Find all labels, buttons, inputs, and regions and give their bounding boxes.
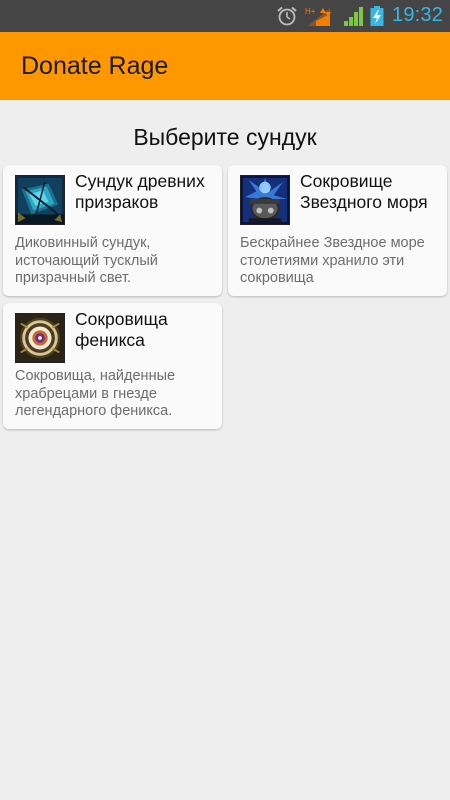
alarm-icon [277,6,297,26]
status-bar: H+ 19:32 [0,0,450,32]
chest-name: Сундук древних призраков [75,171,205,212]
status-time: 19:32 [392,4,444,26]
chest-name: Сокровище Звездного моря [300,171,428,212]
chest-name: Сокровища феникса [75,309,168,350]
signal-icon [344,7,363,26]
chest-card-phoenix[interactable]: Сокровища феникса Сокровища, найденные х… [3,303,222,429]
page-title: Выберите сундук [133,124,317,150]
chest-description: Бескрайнее Звездное море столетиями хран… [240,235,425,286]
chest-card-star-sea[interactable]: Сокровище Звездного моря Бескрайнее Звез… [228,165,447,296]
app-title: Donate Rage [21,52,169,80]
action-bar: Donate Rage [0,32,450,100]
chest-description: Диковинный сундук, источающий тусклый пр… [15,235,158,286]
mobile-data-icon: H+ [305,7,331,26]
battery-charging-icon [370,6,384,26]
screen: H+ 19:32 Donate Rage Выберите сундук Сун… [0,0,450,800]
ghost-chest-icon [15,175,65,225]
chest-description: Сокровища, найденные храбрецами в гнезде… [15,368,176,419]
chest-card-ancient-ghosts[interactable]: Сундук древних призраков Диковинный сунд… [3,165,222,296]
network-type-label: H+ [305,7,316,16]
star-sea-treasure-icon [240,175,290,225]
phoenix-treasure-icon [15,313,65,363]
